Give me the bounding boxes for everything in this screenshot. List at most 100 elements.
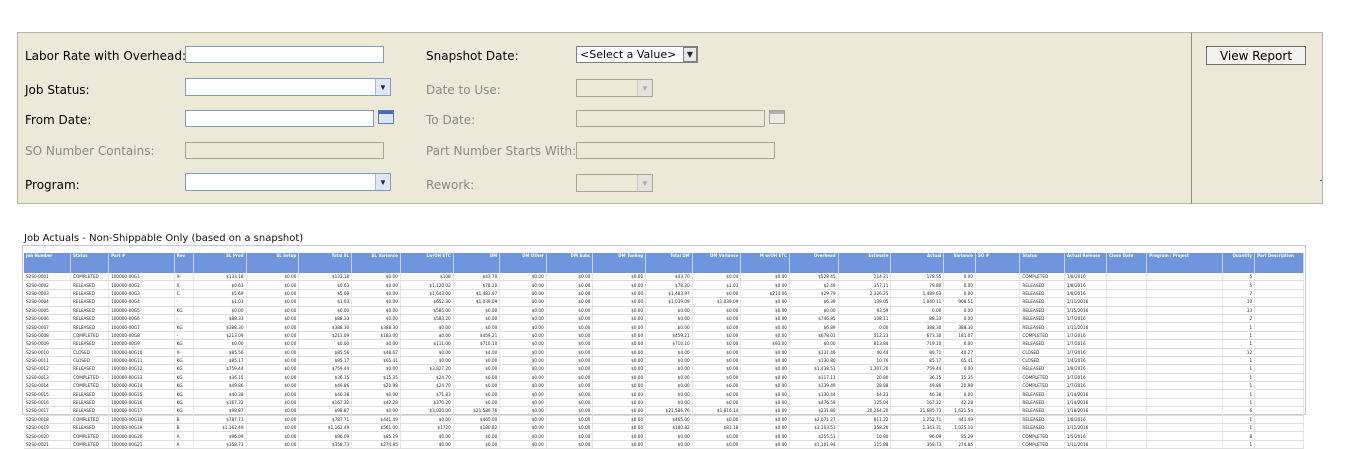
table-cell: RELEASED xyxy=(1019,406,1065,416)
column-header[interactable]: Overhead xyxy=(789,253,839,273)
so-number-label: SO Number Contains: xyxy=(25,144,155,158)
table-cell: $0.00 xyxy=(740,314,790,324)
table-cell xyxy=(1146,373,1224,383)
table-row: S2S0-0010 CLOSED 100000-00G10 X- $85.56 $0.00… xyxy=(24,348,1304,357)
table-cell: $111.00 xyxy=(400,339,454,349)
table-row: S2S0-0015 RELEASED 100000-00G15 KG $40.38 $0.… xyxy=(24,389,1304,399)
table-cell: $0.00 xyxy=(351,273,401,282)
column-header[interactable]: SL Variance xyxy=(351,253,401,273)
column-header[interactable]: Variance xyxy=(943,253,977,273)
table-cell: $85.56 xyxy=(193,348,247,357)
date-to-use-select[interactable]: ▼ xyxy=(576,79,653,97)
table-cell: 100000-00G4 xyxy=(108,297,175,307)
column-header[interactable]: SL Prod xyxy=(193,253,247,273)
table-cell: $0.00 xyxy=(740,389,790,399)
table-cell: $0.00 xyxy=(692,331,742,341)
table-cell: $43.70 xyxy=(453,273,501,282)
column-header[interactable]: Total SL xyxy=(298,253,353,273)
table-cell: $0.00 xyxy=(499,364,547,374)
column-header[interactable]: Rev xyxy=(174,253,194,273)
table-cell: $0.00 xyxy=(546,280,594,290)
column-header[interactable]: Part # xyxy=(108,253,175,273)
column-header[interactable]: Total DM xyxy=(645,253,693,273)
labor-rate-input[interactable] xyxy=(185,46,384,63)
table-cell xyxy=(1146,406,1224,416)
table-cell xyxy=(1254,297,1304,307)
table-cell: $96.09 xyxy=(193,431,247,441)
calendar-icon[interactable] xyxy=(378,110,394,124)
table-cell: 100000-00G20 xyxy=(108,431,175,441)
table-cell: $358.73 xyxy=(193,440,247,449)
table-row: S2S0-0003 RELEASED 100000-00G3 C $5.69 $0.00 $… xyxy=(24,289,1304,299)
chevron-down-icon[interactable]: ▼ xyxy=(375,174,390,190)
table-cell xyxy=(975,306,1021,315)
table-header-row: Job Number Status Part # Rev SL Prod SL Setup… xyxy=(24,253,1304,273)
chevron-down-icon[interactable]: ▼ xyxy=(375,79,390,95)
column-header[interactable]: Actual Release xyxy=(1064,253,1108,273)
table-cell: $1,120.02 xyxy=(400,280,454,290)
table-cell: 100000-00G3 xyxy=(108,289,175,299)
column-header[interactable]: Status xyxy=(1019,253,1065,273)
table-cell: $133.18 xyxy=(298,273,353,282)
column-header[interactable]: Status xyxy=(70,253,110,273)
column-header[interactable]: Estimate xyxy=(838,253,892,273)
to-date-input[interactable] xyxy=(576,110,765,127)
column-header[interactable]: SL Setup xyxy=(246,253,300,273)
table-cell: $0.00 xyxy=(193,339,247,349)
table-cell: 1/11/2016 xyxy=(1064,322,1108,332)
table-cell: RELEASED xyxy=(70,322,110,332)
table-cell: $0.00 xyxy=(400,431,454,441)
rework-select[interactable]: ▼ xyxy=(576,174,653,192)
table-cell: 100000-00G19 xyxy=(108,423,175,433)
column-header[interactable]: Program / Project xyxy=(1146,253,1224,273)
table-cell xyxy=(1254,348,1304,357)
view-report-button[interactable]: View Report xyxy=(1206,46,1306,65)
table-cell: KG xyxy=(174,389,194,399)
table-row: S2S0-0019 RELEASED 100000-00G19 B $1,162.49 $… xyxy=(24,423,1304,433)
table-cell: 719.10 xyxy=(890,339,945,349)
column-header[interactable]: DM Subc xyxy=(546,253,594,273)
part-number-input[interactable] xyxy=(576,142,775,159)
table-cell xyxy=(1106,381,1148,391)
table-cell: $0.00 xyxy=(453,440,501,449)
table-cell: 1 xyxy=(1222,339,1256,349)
table-cell: $1.03 xyxy=(692,280,742,290)
chevron-down-icon[interactable]: ▼ xyxy=(683,47,697,62)
table-cell: $0.00 xyxy=(740,415,790,425)
table-cell: $1,483.97 xyxy=(453,289,501,299)
program-select[interactable]: ▼ xyxy=(185,173,391,191)
table-cell xyxy=(1106,306,1148,315)
table-cell: 1 xyxy=(1222,364,1256,374)
table-cell: - xyxy=(174,331,194,341)
table-cell: $0.00 xyxy=(246,389,300,399)
column-header[interactable]: DM Variance xyxy=(692,253,742,273)
table-cell: 7 xyxy=(1222,289,1256,299)
table-cell: COMPLETED xyxy=(1019,373,1065,383)
column-header[interactable]: DM Tooling xyxy=(592,253,647,273)
from-date-input[interactable] xyxy=(185,110,374,127)
table-cell: 12 xyxy=(1222,348,1256,357)
job-status-select[interactable]: ▼ xyxy=(185,78,391,96)
table-cell: S2S0-0018 xyxy=(24,415,72,425)
table-cell: 40.27 xyxy=(943,348,977,357)
so-number-input[interactable] xyxy=(185,142,384,159)
column-header[interactable]: Job Number xyxy=(24,253,72,273)
column-header[interactable]: SO # xyxy=(975,253,1021,273)
column-header[interactable]: DM xyxy=(453,253,501,273)
column-header[interactable]: Quantity xyxy=(1222,253,1256,273)
table-cell: 1 xyxy=(1222,331,1256,341)
table-cell: $1,643.00 xyxy=(400,289,454,299)
table-cell: 100000-00G16 xyxy=(108,398,175,408)
column-header[interactable]: Close Date xyxy=(1106,253,1148,273)
column-header[interactable]: Lw/OH ETC xyxy=(400,253,454,273)
snapshot-date-select[interactable]: <Select a Value> ▼ xyxy=(576,46,698,63)
table-cell: 49.86 xyxy=(890,381,945,391)
table-cell xyxy=(1146,389,1224,399)
table-cell xyxy=(1254,440,1304,449)
column-header[interactable]: Part Description xyxy=(1254,253,1304,273)
column-header[interactable]: M w/OH ETC xyxy=(740,253,790,273)
column-header[interactable]: DM Other xyxy=(499,253,547,273)
column-header[interactable]: Actual xyxy=(890,253,945,273)
table-cell: $108 xyxy=(400,273,454,282)
table-cell: $1,162.49 xyxy=(193,423,247,433)
